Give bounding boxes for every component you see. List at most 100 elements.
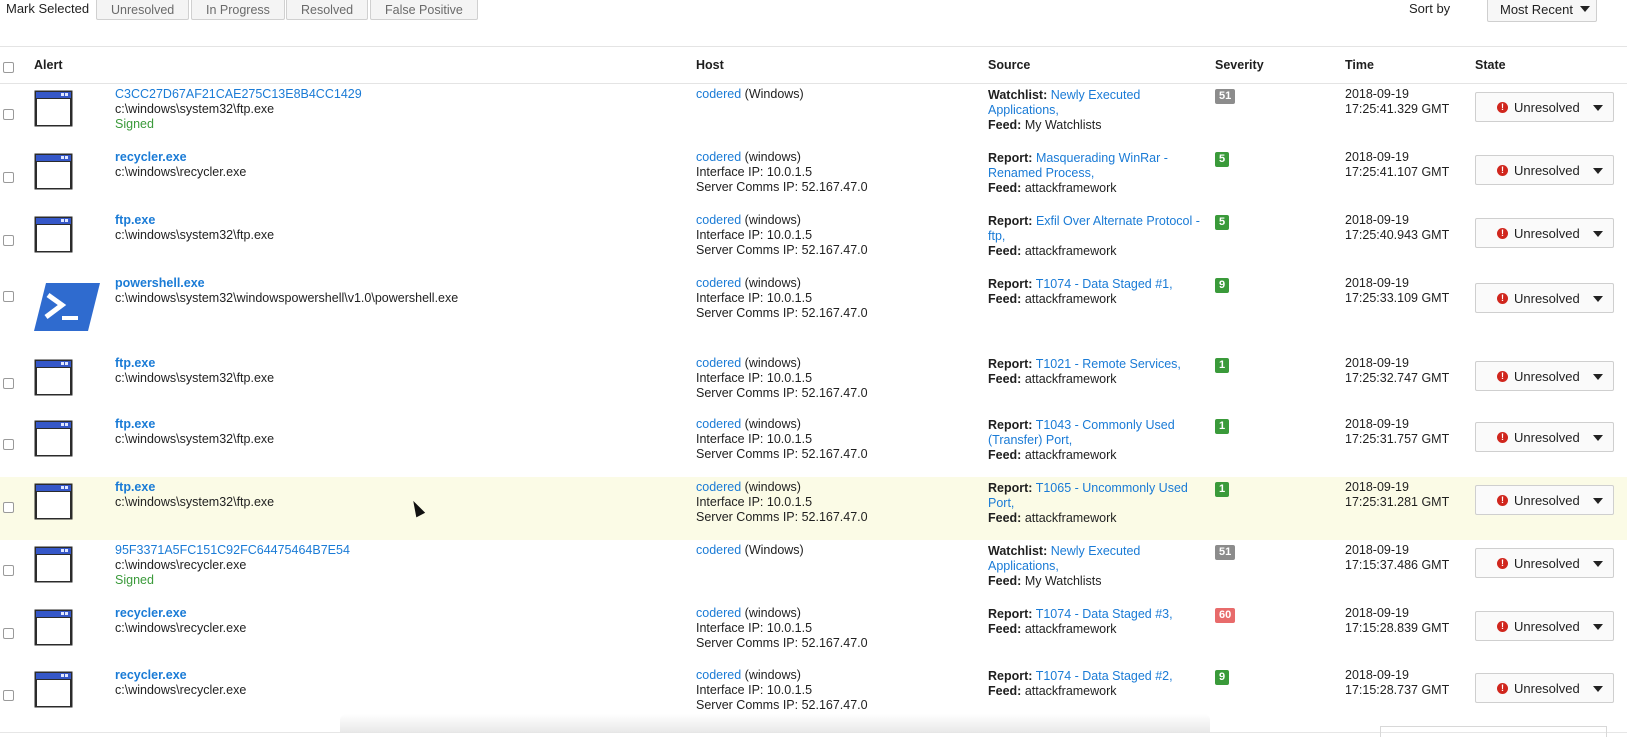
state-dropdown[interactable]: ! Unresolved [1475, 92, 1614, 122]
table-row[interactable]: ftp.exe c:\windows\system32\ftp.exe codere… [0, 477, 1627, 541]
alert-title-link[interactable]: ftp.exe [115, 213, 675, 228]
state-dropdown[interactable]: ! Unresolved [1475, 283, 1614, 313]
column-header-host[interactable]: Host [696, 58, 724, 72]
alert-circle-icon: ! [1497, 558, 1508, 569]
row-select-checkbox[interactable] [3, 235, 14, 246]
severity-badge: 51 [1215, 545, 1236, 560]
source-link-cont[interactable]: Applications, [988, 559, 1203, 574]
source-link[interactable]: T1021 - Remote Services, [1036, 357, 1181, 371]
alert-title-link[interactable]: recycler.exe [115, 150, 675, 165]
source-link[interactable]: T1074 - Data Staged #1, [1036, 277, 1173, 291]
feed-label: Feed: [988, 684, 1022, 698]
source-kind: Report: [988, 277, 1033, 291]
source-link-cont[interactable]: (Transfer) Port, [988, 433, 1203, 448]
state-label: Unresolved [1514, 430, 1580, 445]
time-cell: 2018-09-19 17:25:32.747 GMT [1345, 356, 1449, 386]
state-label: Unresolved [1514, 163, 1580, 178]
table-row[interactable]: C3CC27D67AF21CAE275C13E8B4CC1429 c:\windo… [0, 84, 1627, 148]
host-os: (windows) [744, 417, 801, 431]
row-select-checkbox[interactable] [3, 439, 14, 450]
severity-badge: 1 [1215, 419, 1230, 434]
table-row[interactable]: recycler.exe c:\windows\recycler.exe coder… [0, 603, 1627, 666]
source-link[interactable]: T1065 - Uncommonly Used [1036, 481, 1188, 495]
host-link[interactable]: codered [696, 87, 741, 101]
alert-date: 2018-09-19 [1345, 668, 1409, 682]
alert-title-link[interactable]: ftp.exe [115, 480, 675, 495]
table-row[interactable]: recycler.exe c:\windows\recycler.exe coder… [0, 147, 1627, 211]
alert-date: 2018-09-19 [1345, 543, 1409, 557]
column-header-state[interactable]: State [1475, 58, 1506, 72]
select-all-checkbox[interactable] [3, 62, 14, 73]
state-dropdown[interactable]: ! Unresolved [1475, 155, 1614, 185]
state-label: Unresolved [1514, 226, 1580, 241]
host-link[interactable]: codered [696, 213, 741, 227]
state-dropdown[interactable]: ! Unresolved [1475, 673, 1614, 703]
source-link[interactable]: Newly Executed [1051, 88, 1141, 102]
source-link-cont[interactable]: Renamed Process, [988, 166, 1203, 181]
interface-ip: Interface IP: 10.0.1.5 [696, 165, 813, 179]
source-link-cont[interactable]: ftp, [988, 229, 1203, 244]
column-header-alert[interactable]: Alert [34, 58, 62, 72]
row-select-checkbox[interactable] [3, 628, 14, 639]
state-dropdown[interactable]: ! Unresolved [1475, 548, 1614, 578]
source-link[interactable]: Newly Executed [1051, 544, 1141, 558]
column-header-source[interactable]: Source [988, 58, 1030, 72]
table-row[interactable]: powershell.exe c:\windows\system32\window… [0, 273, 1627, 354]
alert-title-link[interactable]: powershell.exe [115, 276, 675, 291]
row-select-checkbox[interactable] [3, 690, 14, 701]
source-link[interactable]: T1074 - Data Staged #2, [1036, 669, 1173, 683]
alert-circle-icon: ! [1497, 621, 1508, 632]
column-header-time[interactable]: Time [1345, 58, 1374, 72]
alert-title-link[interactable]: C3CC27D67AF21CAE275C13E8B4CC1429 [115, 87, 675, 102]
chevron-down-icon [1593, 296, 1603, 302]
row-select-checkbox[interactable] [3, 502, 14, 513]
source-link-cont[interactable]: Applications, [988, 103, 1203, 118]
mark-unresolved-button[interactable]: Unresolved [96, 0, 190, 20]
row-select-checkbox[interactable] [3, 172, 14, 183]
state-dropdown[interactable]: ! Unresolved [1475, 218, 1614, 248]
host-link[interactable]: codered [696, 356, 741, 370]
host-link[interactable]: codered [696, 668, 741, 682]
source-link[interactable]: Exfil Over Alternate Protocol - [1036, 214, 1200, 228]
host-link[interactable]: codered [696, 606, 741, 620]
source-cell: Report: T1021 - Remote Services, Feed: at… [988, 357, 1203, 387]
table-row[interactable]: ftp.exe c:\windows\system32\ftp.exe codere… [0, 353, 1627, 415]
host-link[interactable]: codered [696, 150, 741, 164]
row-select-checkbox[interactable] [3, 109, 14, 120]
source-link[interactable]: T1043 - Commonly Used [1036, 418, 1175, 432]
source-link[interactable]: Masquerading WinRar - [1036, 151, 1168, 165]
chevron-down-icon [1593, 435, 1603, 441]
alert-title-link[interactable]: ftp.exe [115, 417, 675, 432]
source-link-cont[interactable]: Port, [988, 496, 1203, 511]
mark-resolved-button[interactable]: Resolved [286, 0, 369, 20]
host-link[interactable]: codered [696, 543, 741, 557]
host-link[interactable]: codered [696, 417, 741, 431]
feed-label: Feed: [988, 372, 1022, 386]
row-select-checkbox[interactable] [3, 565, 14, 576]
state-dropdown[interactable]: ! Unresolved [1475, 611, 1614, 641]
source-link[interactable]: T1074 - Data Staged #3, [1036, 607, 1173, 621]
severity-badge: 9 [1215, 278, 1230, 293]
mark-in-progress-button[interactable]: In Progress [191, 0, 285, 20]
host-link[interactable]: codered [696, 276, 741, 290]
column-header-severity[interactable]: Severity [1215, 58, 1264, 72]
state-dropdown[interactable]: ! Unresolved [1475, 485, 1614, 515]
table-row[interactable]: 95F3371A5FC151C92FC64475464B7E54 c:\windo… [0, 540, 1627, 604]
table-row[interactable]: ftp.exe c:\windows\system32\ftp.exe codere… [0, 210, 1627, 274]
sort-dropdown[interactable]: Most Recent [1487, 0, 1597, 22]
window-app-icon [34, 420, 73, 457]
alert-cell: ftp.exe c:\windows\system32\ftp.exe [115, 417, 675, 447]
row-select-checkbox[interactable] [3, 378, 14, 389]
state-dropdown[interactable]: ! Unresolved [1475, 361, 1614, 391]
host-link[interactable]: codered [696, 480, 741, 494]
table-row[interactable]: ftp.exe c:\windows\system32\ftp.exe codere… [0, 414, 1627, 478]
alert-date: 2018-09-19 [1345, 87, 1409, 101]
state-dropdown[interactable]: ! Unresolved [1475, 422, 1614, 452]
mark-false-positive-button[interactable]: False Positive [370, 0, 478, 20]
row-select-checkbox[interactable] [3, 291, 14, 302]
alert-title-link[interactable]: ftp.exe [115, 356, 675, 371]
alert-title-link[interactable]: recycler.exe [115, 668, 675, 683]
process-path: c:\windows\system32\ftp.exe [115, 495, 275, 509]
alert-title-link[interactable]: recycler.exe [115, 606, 675, 621]
alert-title-link[interactable]: 95F3371A5FC151C92FC64475464B7E54 [115, 543, 675, 558]
